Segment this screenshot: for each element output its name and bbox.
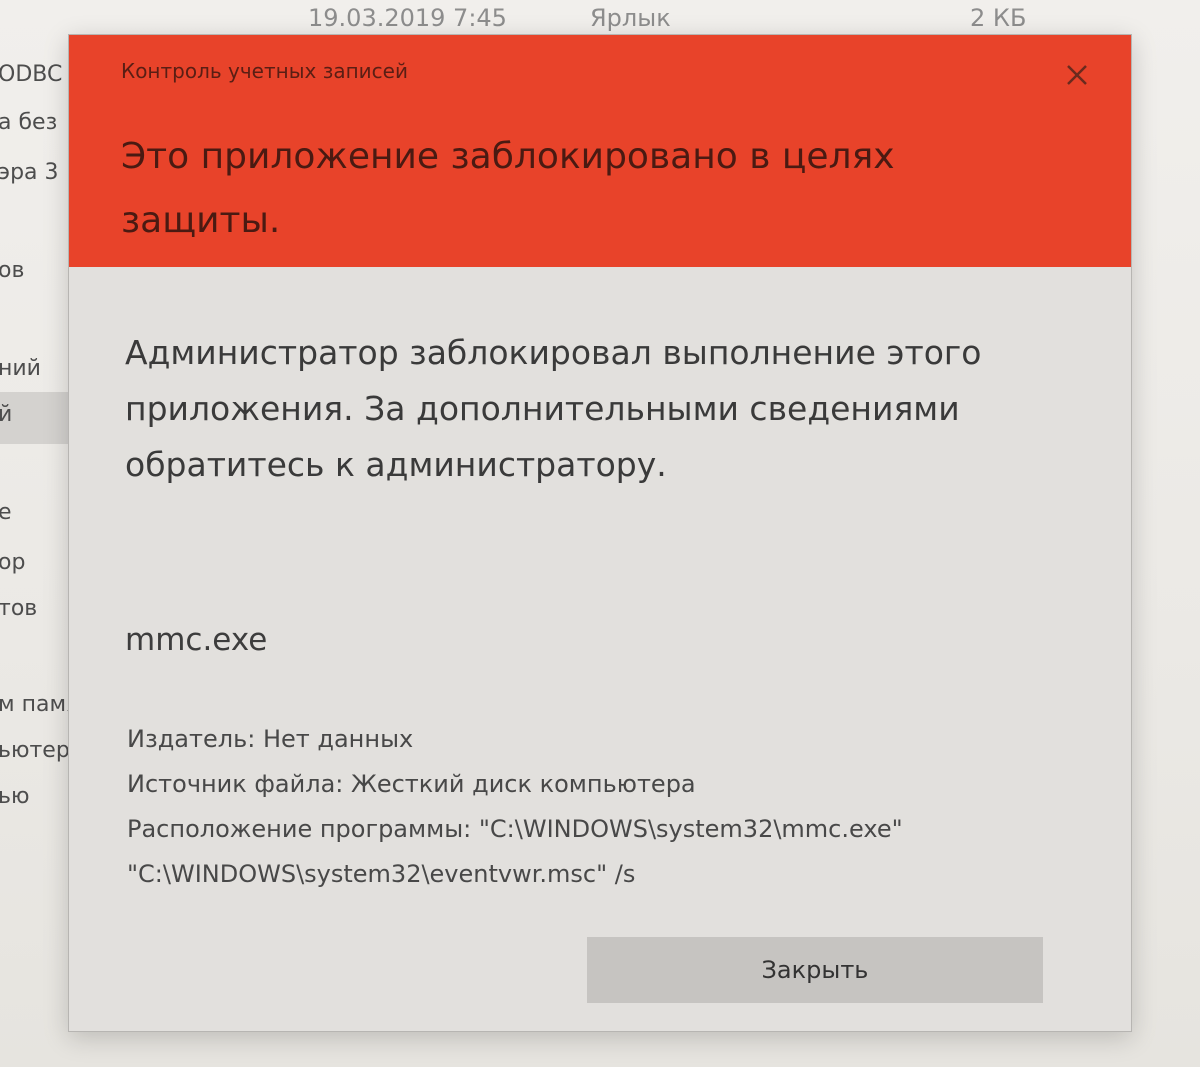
sidebar-item[interactable]: ний [0,356,41,381]
dialog-title: Это приложение заблокировано в целях защ… [121,136,895,241]
sidebar-item[interactable]: тов [0,596,37,621]
sidebar-item[interactable]: м памя [0,692,70,717]
sidebar-item[interactable]: ью [0,784,30,809]
block-message: Администратор заблокировал выполнение эт… [125,333,982,484]
file-row: 19.03.2019 7:45 Ярлык 2 КБ [300,4,1060,32]
file-size: 2 КБ [970,4,1027,32]
sidebar-item[interactable]: ор [0,550,25,575]
uac-blocked-dialog: Контроль учетных записей Это приложение … [68,34,1132,1032]
sidebar-item[interactable]: эра 3 [0,160,59,185]
file-source-info: Источник файла: Жесткий диск компьютера [127,770,696,798]
program-location-info: Расположение программы: "C:\WINDOWS\syst… [127,815,903,888]
dialog-header: Контроль учетных записей Это приложение … [69,35,1131,267]
sidebar-item[interactable]: ов [0,258,24,283]
file-date: 19.03.2019 7:45 [308,4,507,32]
app-details: Издатель: Нет данных Источник файла: Жес… [127,717,1087,897]
sidebar-item[interactable]: й [0,402,12,427]
dialog-body: Администратор заблокировал выполнение эт… [69,267,1131,1031]
app-name: mmc.exe [125,622,268,658]
close-icon[interactable] [1057,55,1097,95]
close-button[interactable]: Закрыть [587,937,1043,1003]
explorer-sidebar: ODBC а без эра 3 ов ний й е ор тов м пам… [0,50,70,850]
sidebar-item[interactable]: ьютере [0,738,70,763]
sidebar-item[interactable]: ODBC [0,62,62,87]
dialog-caption: Контроль учетных записей [121,59,408,83]
sidebar-item[interactable]: а без [0,110,57,135]
file-type: Ярлык [590,4,671,32]
publisher-info: Издатель: Нет данных [127,725,414,753]
sidebar-item[interactable]: е [0,500,12,525]
